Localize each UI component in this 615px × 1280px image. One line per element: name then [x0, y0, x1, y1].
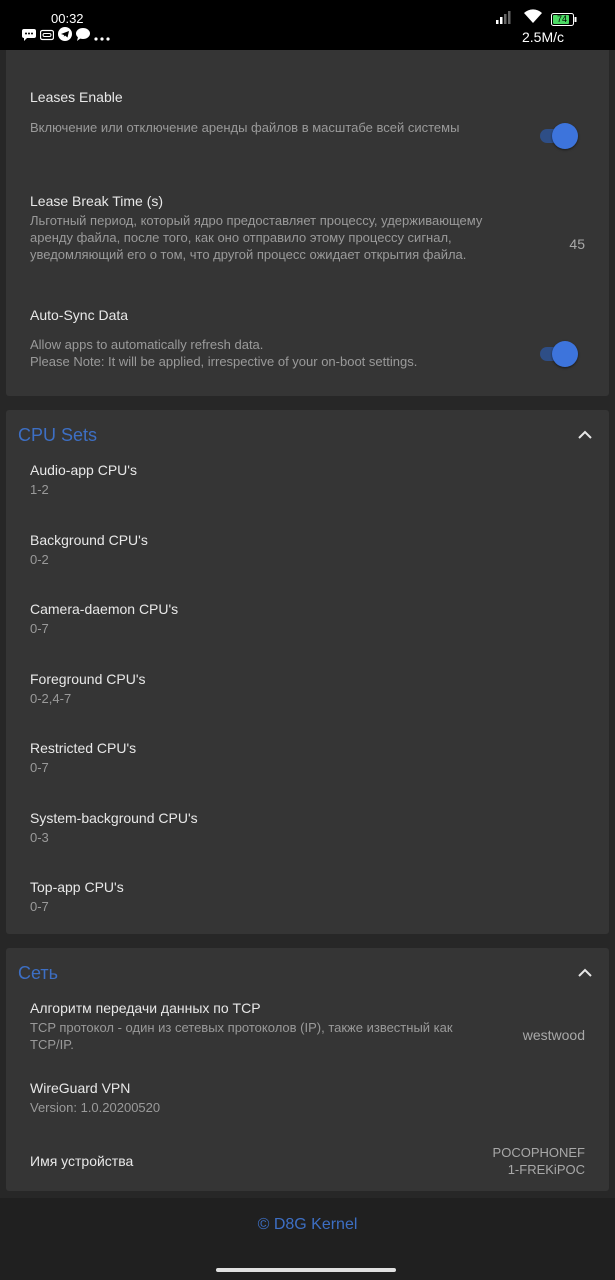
list-item[interactable]: Audio-app CPU's 1-2 [30, 461, 137, 498]
cpu-set-name: System-background CPU's [30, 810, 198, 826]
lease-break-time-desc: Льготный период, который ядро предоставл… [30, 213, 483, 262]
leases-enable-title: Leases Enable [30, 89, 123, 105]
list-item[interactable]: Background CPU's 0-2 [30, 531, 148, 568]
cpu-set-value: 1-2 [30, 482, 49, 497]
list-item[interactable]: System-background CPU's 0-3 [30, 809, 198, 846]
cpu-sets-card: CPU Sets Audio-app CPU's 1-2 Background … [6, 410, 609, 934]
more-icon [94, 28, 110, 46]
leases-enable-item[interactable]: Leases Enable Включение или отключение а… [30, 88, 480, 136]
cpu-set-name: Background CPU's [30, 532, 148, 548]
kernel-settings-card: Leases Enable Включение или отключение а… [6, 50, 609, 396]
network-title: Сеть [18, 963, 59, 983]
cpu-set-value: 0-7 [30, 899, 49, 914]
status-indicators: 74 [495, 9, 577, 29]
tcp-algorithm-item[interactable]: Алгоритм передачи данных по TCP TCP прот… [30, 999, 480, 1053]
telegram-icon [58, 27, 72, 46]
device-name-value[interactable]: POCOPHONEF 1-FREKiPOC [493, 1144, 585, 1178]
footer-credit: © D8G Kernel [257, 1216, 358, 1233]
footer: © D8G Kernel [0, 1198, 615, 1280]
status-time: 00:32 [51, 11, 84, 26]
chevron-up-icon[interactable] [577, 429, 593, 441]
device-name-item[interactable]: Имя устройства [30, 1152, 133, 1170]
notification-icons [22, 27, 110, 46]
leases-enable-desc: Включение или отключение аренды файлов в… [30, 120, 460, 135]
tcp-algorithm-value[interactable]: westwood [523, 1027, 585, 1043]
link-icon [39, 28, 55, 46]
battery-icon: 74 [551, 12, 577, 26]
cpu-set-value: 0-7 [30, 621, 49, 636]
home-indicator[interactable] [216, 1268, 396, 1272]
cpu-set-name: Top-app CPU's [30, 879, 124, 895]
cpu-sets-title: CPU Sets [18, 425, 98, 445]
message-icon [76, 27, 90, 46]
cpu-set-name: Foreground CPU's [30, 671, 146, 687]
wireguard-item[interactable]: WireGuard VPN Version: 1.0.20200520 [30, 1079, 160, 1116]
wireguard-version: Version: 1.0.20200520 [30, 1100, 161, 1115]
cpu-set-name: Audio-app CPU's [30, 462, 137, 478]
chevron-up-icon[interactable] [577, 967, 593, 979]
status-bar: 00:32 74 2.5M/c [0, 0, 615, 50]
list-item[interactable]: Camera-daemon CPU's 0-7 [30, 600, 178, 637]
device-name-title: Имя устройства [30, 1153, 134, 1169]
auto-sync-desc-line1: Allow apps to automatically refresh data… [30, 337, 264, 352]
auto-sync-title: Auto-Sync Data [30, 307, 129, 323]
leases-enable-toggle[interactable] [538, 120, 582, 150]
wireguard-title: WireGuard VPN [30, 1080, 131, 1096]
device-name-line2: 1-FREKiPOC [507, 1162, 585, 1177]
lease-break-time-title: Lease Break Time (s) [30, 193, 164, 209]
list-item[interactable]: Top-app CPU's 0-7 [30, 878, 124, 915]
auto-sync-desc-line2: Please Note: It will be applied, irrespe… [30, 354, 418, 369]
cpu-set-value: 0-7 [30, 760, 49, 775]
cpu-set-value: 0-2,4-7 [30, 691, 72, 706]
cpu-set-name: Camera-daemon CPU's [30, 601, 179, 617]
lease-break-time-item[interactable]: Lease Break Time (s) Льготный период, ко… [30, 192, 500, 263]
wifi-icon [523, 9, 543, 29]
network-speed: 2.5M/c [521, 29, 564, 45]
cpu-set-value: 0-3 [30, 830, 49, 845]
list-item[interactable]: Foreground CPU's 0-2,4-7 [30, 670, 146, 707]
cpu-set-name: Restricted CPU's [30, 740, 137, 756]
tcp-algorithm-title: Алгоритм передачи данных по TCP [30, 1000, 261, 1016]
cpu-set-value: 0-2 [30, 552, 49, 567]
network-card: Сеть Алгоритм передачи данных по TCP TCP… [6, 948, 609, 1191]
list-item[interactable]: Restricted CPU's 0-7 [30, 739, 136, 776]
chat-icon [22, 28, 36, 46]
tcp-algorithm-desc: TCP протокол - один из сетевых протоколо… [30, 1020, 453, 1052]
auto-sync-item[interactable]: Auto-Sync Data Allow apps to automatical… [30, 306, 510, 370]
lease-break-time-value[interactable]: 45 [569, 236, 585, 252]
signal-icon [495, 10, 515, 29]
battery-level: 74 [556, 13, 567, 24]
device-name-line1: POCOPHONEF [492, 1145, 585, 1160]
auto-sync-toggle[interactable] [538, 338, 582, 368]
